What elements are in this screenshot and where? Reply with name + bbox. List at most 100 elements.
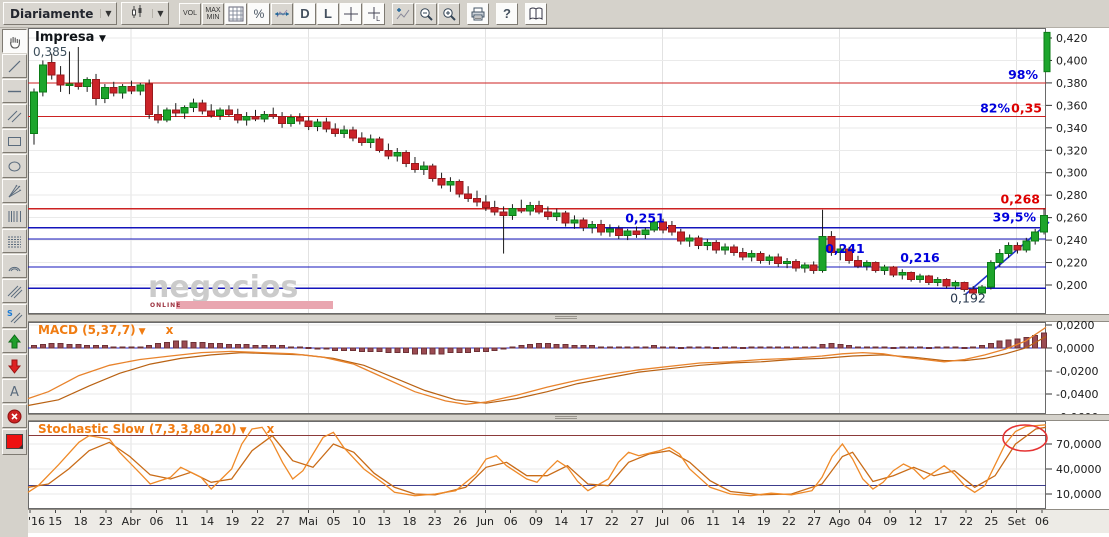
- svg-text:04: 04: [858, 515, 872, 528]
- svg-text:0,35: 0,35: [1011, 101, 1042, 116]
- zoom-in-button[interactable]: [438, 3, 460, 25]
- volume-button[interactable]: VOL: [179, 3, 201, 25]
- svg-text:0,360: 0,360: [1056, 99, 1088, 112]
- svg-text:S: S: [7, 309, 13, 318]
- svg-text:Ago: Ago: [829, 515, 851, 528]
- horizontal-line-icon: [6, 83, 23, 100]
- svg-text:0,400: 0,400: [1056, 54, 1088, 67]
- delete-drawing-button[interactable]: [2, 404, 27, 428]
- zoom-in-icon: [441, 6, 457, 22]
- svg-text:22: 22: [959, 515, 973, 528]
- arrow-down-icon: [6, 358, 23, 375]
- svg-text:0,251: 0,251: [625, 211, 665, 226]
- grid-button[interactable]: [225, 3, 247, 25]
- print-button[interactable]: [467, 3, 489, 25]
- panel-splitter[interactable]: [28, 414, 1109, 421]
- svg-text:0,200: 0,200: [1056, 279, 1088, 292]
- macd-chart-canvas[interactable]: 0,02000,0000-0,0200-0,0400-0,0600: [28, 322, 1109, 414]
- text-tool-button[interactable]: A: [2, 379, 27, 403]
- arrow-up-tool-button[interactable]: [2, 329, 27, 353]
- svg-text:14: 14: [731, 515, 745, 528]
- svg-text:0,320: 0,320: [1056, 144, 1088, 157]
- svg-text:0,0000: 0,0000: [1056, 342, 1095, 355]
- crosshair-label-button[interactable]: L: [363, 3, 385, 25]
- stochastic-title: Stochastic Slow (7,3,3,80,20): [38, 422, 237, 436]
- svg-text:Abr: Abr: [122, 515, 142, 528]
- horizontal-line-tool-button[interactable]: [2, 79, 27, 103]
- svg-text:0,340: 0,340: [1056, 122, 1088, 135]
- svg-text:0,0200: 0,0200: [1056, 319, 1095, 332]
- svg-text:Jun: Jun: [476, 515, 494, 528]
- crosshair-l-icon: L: [366, 6, 382, 22]
- range-button[interactable]: [271, 3, 293, 25]
- rectangle-tool-button[interactable]: [2, 129, 27, 153]
- range-icon: [274, 6, 290, 22]
- parallel-lines-tool-button[interactable]: [2, 104, 27, 128]
- ellipse-icon: [6, 158, 23, 175]
- printer-icon: [470, 6, 486, 22]
- speed-lines-tool-button[interactable]: [2, 279, 27, 303]
- svg-text:40,0000: 40,0000: [1056, 463, 1102, 476]
- svg-text:23: 23: [99, 515, 113, 528]
- watermark-subtext: ONLINE: [150, 302, 181, 309]
- color-swatch-icon: [5, 433, 24, 451]
- zoom-out-button[interactable]: [415, 3, 437, 25]
- svg-text:0,380: 0,380: [1056, 77, 1088, 90]
- svg-text:39,5%: 39,5%: [993, 210, 1037, 225]
- svg-text:0,280: 0,280: [1056, 189, 1088, 202]
- svg-text:06: 06: [504, 515, 518, 528]
- crosshair-button[interactable]: [340, 3, 362, 25]
- manual-button[interactable]: [525, 3, 547, 25]
- date-axis: '16151823Abr061114192227Mai051013182326J…: [28, 509, 1109, 533]
- svg-text:Mai: Mai: [299, 515, 318, 528]
- ellipse-tool-button[interactable]: [2, 154, 27, 178]
- fib-retracement-tool-button[interactable]: [2, 229, 27, 253]
- svg-text:06: 06: [150, 515, 164, 528]
- speed-lines-icon: [6, 283, 23, 300]
- chevron-down-icon: ▼: [100, 9, 116, 18]
- arrow-down-tool-button[interactable]: [2, 354, 27, 378]
- macd-title: MACD (5,37,7): [38, 323, 136, 337]
- percent-button[interactable]: %: [248, 3, 270, 25]
- parallel-lines-icon: [6, 108, 23, 125]
- day-chart-button[interactable]: D: [294, 3, 316, 25]
- svg-text:27: 27: [807, 515, 821, 528]
- svg-text:0,216: 0,216: [900, 250, 940, 265]
- svg-text:09: 09: [883, 515, 897, 528]
- grid-icon: [228, 6, 244, 22]
- line-chart-button[interactable]: L: [317, 3, 339, 25]
- main-toolbar: Diariamente ▼ ▼ VOL MAX MIN % D L L: [0, 0, 1109, 28]
- svg-text:70,0000: 70,0000: [1056, 438, 1102, 451]
- arc-icon: [6, 258, 23, 275]
- svg-text:0,240: 0,240: [1056, 234, 1088, 247]
- period-dropdown[interactable]: Diariamente ▼: [3, 2, 117, 25]
- fib-time-zones-icon: [6, 208, 23, 225]
- chevron-down-icon[interactable]: ▼: [139, 327, 146, 337]
- chevron-down-icon[interactable]: ▼: [240, 426, 247, 436]
- svg-text:12: 12: [909, 515, 923, 528]
- arc-tool-button[interactable]: [2, 254, 27, 278]
- add-study-button[interactable]: [392, 3, 414, 25]
- symbol-dropdown[interactable]: Impresa ▼: [35, 30, 106, 45]
- macd-close-button[interactable]: x: [166, 323, 174, 337]
- fib-time-zones-tool-button[interactable]: [2, 204, 27, 228]
- svg-text:11: 11: [175, 515, 189, 528]
- maxmin-button[interactable]: MAX MIN: [202, 3, 224, 25]
- svg-text:L: L: [376, 15, 380, 22]
- chart-type-dropdown[interactable]: ▼: [121, 2, 169, 25]
- color-swatch-button[interactable]: [2, 429, 27, 455]
- help-button[interactable]: ?: [496, 3, 518, 25]
- s-speed-lines-tool-button[interactable]: S: [2, 304, 27, 328]
- fan-lines-tool-button[interactable]: [2, 179, 27, 203]
- text-icon: A: [6, 383, 23, 400]
- hand-tool-button[interactable]: [2, 29, 27, 53]
- svg-text:09: 09: [529, 515, 543, 528]
- svg-text:05: 05: [327, 515, 341, 528]
- panel-splitter[interactable]: [28, 314, 1109, 322]
- svg-text:15: 15: [48, 515, 62, 528]
- watermark-bar: [176, 301, 333, 309]
- symbol-last-price: 0,385: [33, 45, 67, 59]
- svg-text:18: 18: [74, 515, 88, 528]
- trend-line-tool-button[interactable]: [2, 54, 27, 78]
- stochastic-close-button[interactable]: x: [267, 422, 275, 436]
